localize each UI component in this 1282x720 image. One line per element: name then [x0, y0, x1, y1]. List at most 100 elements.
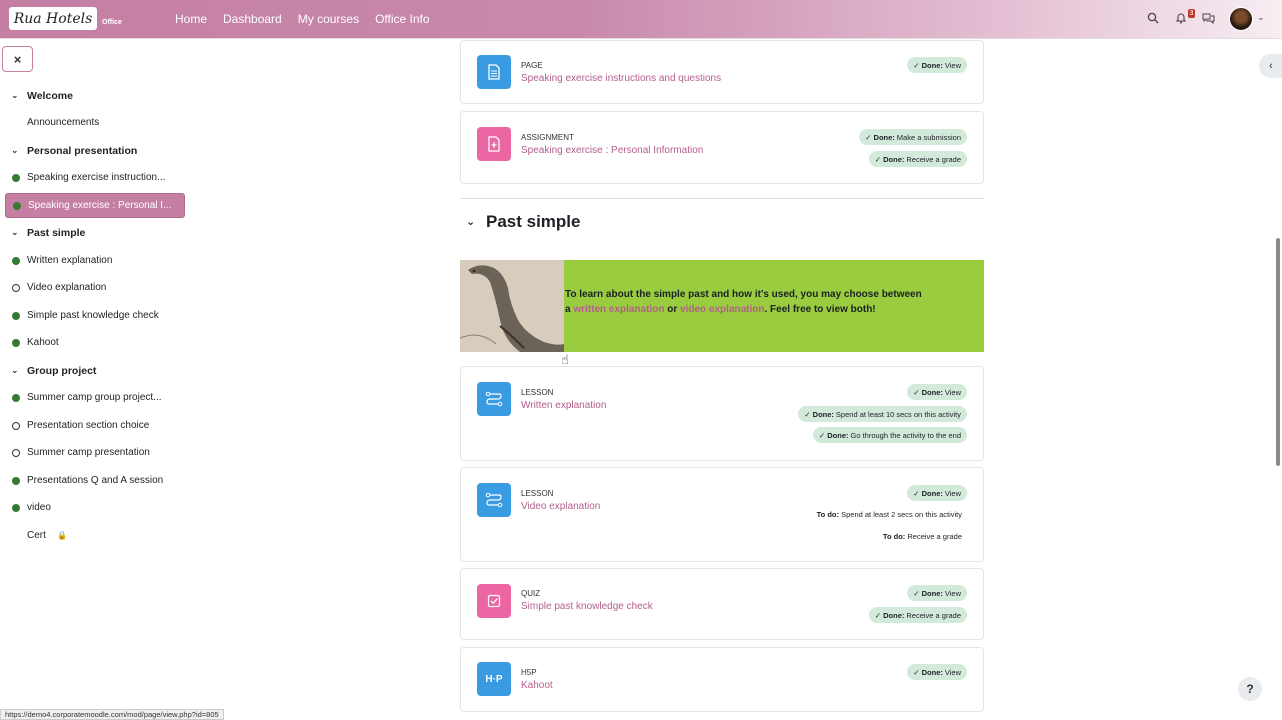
activity-type: LESSON [521, 489, 554, 498]
incomplete-dot-icon [12, 283, 20, 292]
written-explanation-link[interactable]: written explanation [573, 304, 664, 315]
index-label: Summer camp group project... [27, 392, 162, 403]
user-avatar[interactable] [1229, 7, 1253, 31]
index-label: Welcome [27, 89, 73, 102]
index-label: Kahoot [27, 337, 59, 348]
index-section[interactable]: ⌄ Group project [5, 358, 185, 383]
completion-condition: ✓ Done: Receive a grade [868, 607, 967, 623]
activity-card: QUIZ Simple past knowledge check ✓ Done:… [460, 568, 984, 640]
question-icon: ? [1246, 682, 1254, 696]
completion-condition: ✓ Done: Go through the activity to the en… [812, 427, 967, 443]
activity-card: LESSON Written explanation ✓ Done: View ✓… [460, 366, 984, 461]
index-activity[interactable]: Written explanation [5, 248, 185, 273]
chevron-left-icon: ‹ [1269, 60, 1273, 72]
completed-dot-icon [12, 393, 20, 402]
index-activity[interactable]: Kahoot [5, 330, 185, 355]
index-label: Simple past knowledge check [27, 310, 159, 321]
site-logo[interactable]: Rua Hotels [9, 7, 97, 30]
index-activity[interactable]: Cert 🔒 [5, 523, 185, 548]
section-divider [460, 198, 984, 199]
activity-type: PAGE [521, 61, 543, 70]
lock-icon: 🔒 [57, 531, 67, 540]
index-activity[interactable]: Summer camp presentation [5, 440, 185, 465]
banner-text: To learn about the simple past and how i… [565, 289, 922, 315]
index-activity[interactable]: Video explanation [5, 275, 185, 300]
index-activity[interactable]: Presentations Q and A session [5, 468, 185, 493]
activity-type: H5P [521, 668, 537, 677]
quiz-icon [477, 584, 511, 618]
lesson-icon [477, 483, 511, 517]
bell-icon[interactable] [1174, 12, 1188, 26]
dinosaur-sketch-image [460, 260, 564, 352]
index-label: Written explanation [27, 255, 113, 266]
index-activity[interactable]: video [5, 495, 185, 520]
activity-link[interactable]: Video explanation [521, 501, 600, 512]
index-activity[interactable]: Simple past knowledge check [5, 303, 185, 328]
chevron-down-icon[interactable]: ⌄ [11, 365, 19, 376]
index-activity[interactable]: Summer camp group project... [5, 385, 185, 410]
completed-dot-icon [12, 256, 20, 265]
activity-type: LESSON [521, 388, 554, 397]
index-label: Presentations Q and A session [27, 475, 164, 486]
index-activity[interactable]: Presentation section choice [5, 413, 185, 438]
logo-text: Rua Hotels [13, 10, 93, 27]
chevron-down-icon[interactable]: ⌄ [11, 145, 19, 156]
close-icon: × [13, 51, 22, 67]
index-section[interactable]: ⌄ Past simple [5, 220, 185, 245]
completion-condition: ✓ Done: View [907, 585, 967, 601]
completion-condition-todo: To do: Spend at least 2 secs on this act… [816, 510, 962, 519]
messages-icon[interactable] [1201, 12, 1215, 26]
activity-link[interactable]: Written explanation [521, 400, 606, 411]
completion-condition-todo: To do: Receive a grade [882, 532, 962, 541]
page-scrollbar[interactable] [1276, 238, 1280, 466]
completed-dot-icon [12, 476, 20, 485]
completion-condition: ✓ Done: View [907, 57, 967, 73]
activity-link[interactable]: Speaking exercise instructions and quest… [521, 73, 721, 84]
index-label: Announcements [27, 117, 100, 128]
nav-home[interactable]: Home [175, 12, 207, 26]
index-label: Group project [27, 364, 97, 377]
section-summary-banner: To learn about the simple past and how i… [460, 260, 984, 352]
activity-link[interactable]: Speaking exercise : Personal Information [521, 145, 703, 156]
completed-dot-icon [12, 503, 20, 512]
video-explanation-link[interactable]: video explanation [680, 304, 764, 315]
completion-condition: ✓ Done: Receive a grade [868, 151, 967, 167]
activity-type: QUIZ [521, 589, 541, 598]
assignment-icon [477, 127, 511, 161]
open-block-drawer-button[interactable]: ‹ [1259, 54, 1282, 78]
search-icon[interactable] [1146, 12, 1160, 26]
index-activity[interactable]: Speaking exercise instruction... [5, 165, 185, 190]
index-label: Presentation section choice [27, 420, 150, 431]
activity-type: ASSIGNMENT [521, 133, 574, 142]
primary-navigation: Home Dashboard My courses Office Info [175, 12, 430, 26]
index-label: Video explanation [27, 282, 107, 293]
section-title: Past simple [486, 212, 581, 231]
activity-link[interactable]: Simple past knowledge check [521, 601, 653, 612]
completion-condition: ✓ Done: Spend at least 10 secs on this ac… [798, 406, 967, 422]
chevron-down-icon[interactable]: ⌄ [466, 215, 475, 228]
incomplete-dot-icon [12, 421, 20, 430]
nav-office-info[interactable]: Office Info [375, 12, 429, 26]
completed-dot-icon [13, 201, 21, 210]
activity-link[interactable]: Kahoot [521, 680, 553, 691]
completion-condition: ✓ Done: View [907, 384, 967, 400]
activity-card: LESSON Video explanation ✓ Done: View To … [460, 467, 984, 562]
index-section[interactable]: ⌄ Personal presentation [5, 138, 185, 163]
activity-card: PAGE Speaking exercise instructions and … [460, 40, 984, 104]
nav-dashboard[interactable]: Dashboard [223, 12, 282, 26]
chevron-down-icon[interactable]: ⌄ [11, 227, 19, 238]
incomplete-dot-icon [12, 448, 20, 457]
index-label: Speaking exercise instruction... [27, 172, 166, 183]
index-activity[interactable]: Announcements [5, 110, 185, 135]
nav-my-courses[interactable]: My courses [298, 12, 359, 26]
index-label: video [27, 502, 51, 513]
index-activity[interactable]: Speaking exercise : Personal I... [5, 193, 185, 218]
chevron-down-icon[interactable]: ⌄ [11, 90, 19, 101]
help-button[interactable]: ? [1238, 677, 1262, 701]
chevron-down-icon[interactable]: ⌄ [1257, 12, 1265, 23]
close-drawer-button[interactable]: × [2, 46, 33, 72]
activity-card: ASSIGNMENT Speaking exercise : Personal … [460, 111, 984, 184]
logo-subtitle: Office [102, 19, 122, 26]
index-section[interactable]: ⌄ Welcome [5, 83, 185, 108]
activity-card: H·P H5P Kahoot ✓ Done: View [460, 647, 984, 712]
